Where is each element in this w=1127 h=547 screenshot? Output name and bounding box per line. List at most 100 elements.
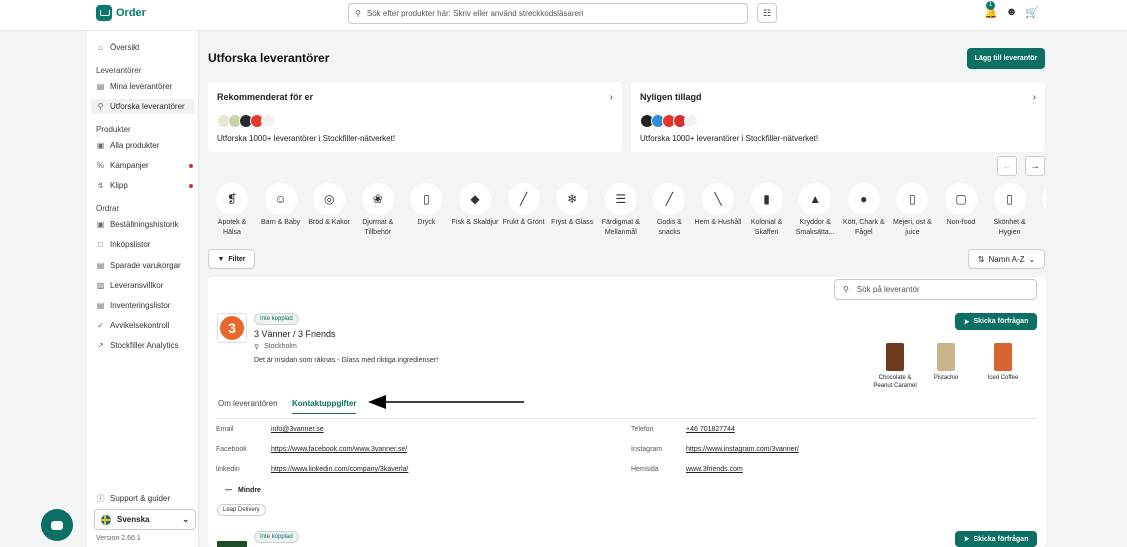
sidebar-item-label: Alla produkter — [110, 141, 160, 150]
tab-contact-info[interactable]: Kontaktuppgifter — [292, 399, 357, 414]
sidebar-item-deviation-control[interactable]: ✓ Avvikelsekontroll — [96, 321, 196, 330]
supplier-logo[interactable]: 3 — [217, 313, 247, 343]
sidebar-item-delivery-terms[interactable]: ▨ Leveransvillkor — [96, 281, 196, 290]
category-item[interactable]: ▮ Kolonial & Skafferi — [743, 183, 791, 238]
sidebar-item-all-products[interactable]: ▣ Alla produkter — [96, 141, 196, 150]
website-label: Hemsida — [631, 466, 659, 473]
category-item[interactable]: ▢ Non-food — [937, 183, 985, 228]
category-item[interactable]: ╱ Frukt & Grönt — [500, 183, 548, 228]
product-tile[interactable]: Pistachio — [924, 343, 968, 382]
sidebar-item-order-history[interactable]: ▣ Beställningshistorik — [96, 220, 196, 229]
category-label: Färdigmat & Mellanmål — [601, 219, 640, 236]
linkedin-link[interactable]: https://www.linkedin.com/company/3kaverl… — [271, 466, 408, 473]
swedish-flag-icon — [101, 514, 111, 525]
sort-select[interactable]: ⇅ Namn A-Z ⌄ — [968, 249, 1045, 269]
recommended-card[interactable]: Rekommenderat för er › Utforska 1000+ le… — [208, 82, 622, 152]
category-item[interactable]: ❀ Djurmat & Tillbehör — [354, 183, 402, 238]
send-request-label: Skicka förfrågan — [973, 535, 1029, 543]
carousel-next-button[interactable]: → — [1025, 156, 1045, 176]
sidebar-item-shopping-lists[interactable]: □ Inköpslistor — [96, 240, 196, 249]
category-item[interactable]: ● Kött, Chark & Fågel — [840, 183, 888, 238]
supplier-logo-text: 3 — [220, 316, 244, 340]
chevron-down-icon: ⌄ — [182, 515, 189, 524]
category-label: Fisk & Skaldjur — [451, 219, 499, 226]
next-status-badge: Inte kopplad — [254, 531, 299, 543]
sidebar: ⌂ Översikt Leverantörer ▤ Mina leverantöre… — [87, 31, 199, 547]
category-label: Kött, Chark & Fågel — [842, 219, 885, 236]
support-label: Support & guider — [110, 494, 171, 503]
category-item[interactable]: ╱ Godis & snacks — [645, 183, 693, 238]
clipboard-icon: ▤ — [96, 301, 105, 310]
chevron-down-icon: ⌄ — [1028, 254, 1036, 264]
minus-icon: — — [225, 487, 232, 494]
search-icon: ⚲ — [97, 102, 104, 111]
tab-about-supplier[interactable]: Om leverantören — [218, 399, 278, 408]
supplier-name[interactable]: 3 Vänner / 3 Friends — [254, 329, 336, 339]
recent-card[interactable]: Nyligen tillagd › Utforska 1000+ leveran… — [631, 82, 1045, 152]
product-search-input[interactable]: ⚲ Sök efter produkter här: Skriv eller a… — [348, 3, 748, 24]
category-item[interactable]: ☰ Färdigmat & Mellanmål — [597, 183, 645, 238]
basket-icon[interactable]: 🛒 — [1025, 6, 1039, 19]
category-label: Kryddor & Smaksätta... — [795, 219, 835, 236]
carousel-prev-button[interactable]: ← — [997, 156, 1017, 176]
category-label: Kolonial & Skafferi — [750, 219, 783, 236]
supplier-logo — [261, 114, 275, 128]
supplier-search-input[interactable]: ⚲ Sök på leverantör — [834, 279, 1037, 300]
support-link[interactable]: ⓘ Support & guider — [96, 493, 196, 504]
next-send-request-button[interactable]: ➤ Skicka förfrågan — [955, 531, 1037, 547]
sidebar-item-explore-suppliers[interactable]: ⚲ Utforska leverantörer — [91, 99, 195, 114]
user-icon[interactable]: ☻ — [1006, 6, 1018, 19]
barcode-scan-button[interactable]: ☷ — [757, 3, 777, 23]
category-item[interactable]: ◆ Fisk & Skaldjur — [451, 183, 499, 228]
sidebar-item-inventory-lists[interactable]: ▤ Inventeringslistor — [96, 301, 196, 310]
category-item[interactable]: ▯ Dryck — [402, 183, 450, 228]
category-item[interactable]: ▲ Kryddor & Smaksätta... — [791, 183, 839, 238]
category-item[interactable]: ☺ Barn & Baby — [257, 183, 305, 228]
phone-link[interactable]: +46 701827744 — [686, 426, 735, 433]
next-supplier-logo[interactable] — [217, 541, 247, 547]
category-item[interactable]: ❡ Apotek & Hälsa — [208, 183, 256, 238]
spice-icon: ▲ — [799, 183, 832, 215]
category-label: Skönhet & Hygien — [993, 219, 1026, 236]
history-icon: ▣ — [96, 220, 105, 229]
language-select[interactable]: Svenska ⌄ — [94, 509, 196, 530]
arrow-right-icon: → — [1030, 160, 1040, 172]
show-less-button[interactable]: — Mindre — [225, 487, 261, 494]
chevron-right-icon: › — [1032, 92, 1036, 103]
filter-button[interactable]: ▼ Filter — [208, 249, 255, 269]
sidebar-item-analytics[interactable]: ↗ Stockfiller Analytics — [96, 341, 196, 350]
section-products: Produkter — [96, 125, 131, 134]
category-item[interactable]: ╲ Hem & Hushåll — [694, 183, 742, 228]
chart-icon: ↗ — [97, 341, 104, 350]
category-item[interactable]: ❄ Fryst & Glass — [548, 183, 596, 228]
category-item[interactable]: ◎ Bröd & Kakor — [305, 183, 353, 228]
new-dot — [189, 184, 193, 188]
broom-icon: ╲ — [702, 183, 734, 215]
app-logo[interactable]: Order — [96, 5, 146, 21]
sidebar-item-saved-carts[interactable]: ▤ Sparade varukorgar — [96, 261, 196, 270]
sidebar-item-overview[interactable]: ⌂ Översikt — [96, 43, 196, 52]
fish-icon: ◆ — [459, 183, 491, 215]
website-link[interactable]: www.3friends.com — [686, 466, 743, 473]
send-request-button[interactable]: ➤ Skicka förfrågan — [955, 313, 1037, 330]
facebook-link[interactable]: https://www.facebook.com/www.3vanner.se/ — [271, 446, 407, 453]
send-request-label: Skicka förfrågan — [973, 318, 1029, 325]
add-supplier-button[interactable]: Lägg till leverantör — [967, 48, 1045, 69]
category-item[interactable]: ○ S Ci — [1034, 183, 1046, 228]
top-bar: Order ⚲ Sök efter produkter här: Skriv e… — [0, 0, 1127, 31]
notification-badge: 1 — [986, 1, 995, 10]
instagram-link[interactable]: https://www.instagram.com/3vanner/ — [686, 446, 799, 453]
product-image — [937, 343, 955, 371]
chat-button[interactable] — [41, 509, 73, 541]
category-item[interactable]: ▯ Mejeri, ost & juice — [888, 183, 936, 238]
email-link[interactable]: info@3vanner.se — [271, 426, 324, 433]
sidebar-item-campaigns[interactable]: % Kampanjer — [96, 161, 196, 170]
recent-title: Nyligen tillagd — [640, 92, 702, 102]
product-tile[interactable]: Iced Coffee — [981, 343, 1025, 382]
misc-icon: ○ — [1042, 183, 1046, 215]
category-label: Apotek & Hälsa — [217, 219, 247, 236]
sidebar-item-clips[interactable]: ↯ Klipp — [96, 181, 196, 190]
product-tile[interactable]: Chocolate & Peanut Caramel — [873, 343, 917, 390]
category-item[interactable]: ▯ Skönhet & Hygien — [986, 183, 1034, 238]
sidebar-item-my-suppliers[interactable]: ▤ Mina leverantörer — [96, 82, 196, 91]
